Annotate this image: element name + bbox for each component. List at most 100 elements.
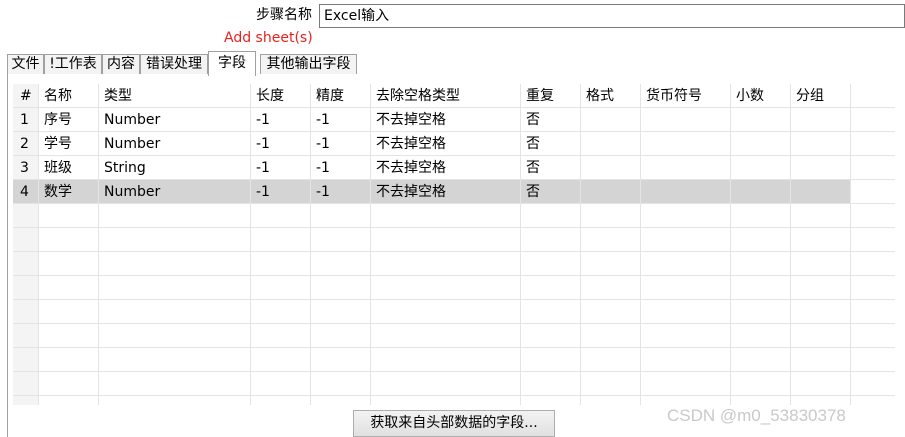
empty-table-row[interactable] <box>13 324 895 348</box>
cell-decimal[interactable] <box>731 372 791 396</box>
cell-name[interactable] <box>39 204 99 228</box>
cell-type[interactable] <box>99 276 251 300</box>
cell-trim-type[interactable]: 不去掉空格 <box>371 156 521 180</box>
cell-repeat[interactable] <box>521 252 581 276</box>
cell-trim-type[interactable] <box>371 396 521 405</box>
cell-precision[interactable] <box>311 348 371 372</box>
cell-filler[interactable] <box>851 324 895 348</box>
cell-precision[interactable] <box>311 396 371 405</box>
cell-grouping[interactable] <box>791 252 851 276</box>
cell-precision[interactable] <box>311 324 371 348</box>
cell-grouping[interactable] <box>791 180 851 204</box>
cell-repeat[interactable] <box>521 204 581 228</box>
cell-format[interactable] <box>581 156 641 180</box>
tab-file[interactable]: 文件 <box>7 54 44 75</box>
cell-format[interactable] <box>581 108 641 132</box>
cell-precision[interactable]: -1 <box>311 180 371 204</box>
tab-content[interactable]: 内容 <box>102 54 140 75</box>
cell-precision[interactable] <box>311 228 371 252</box>
cell-repeat[interactable] <box>521 396 581 405</box>
cell-type[interactable] <box>99 324 251 348</box>
header-length[interactable]: 长度 <box>251 84 311 108</box>
tab-other-output-fields[interactable]: 其他输出字段 <box>260 54 357 75</box>
cell-grouping[interactable] <box>791 156 851 180</box>
empty-table-row[interactable] <box>13 396 895 405</box>
cell-filler[interactable] <box>851 396 895 405</box>
cell-grouping[interactable] <box>791 276 851 300</box>
empty-table-row[interactable] <box>13 348 895 372</box>
cell-format[interactable] <box>581 276 641 300</box>
cell-repeat[interactable] <box>521 300 581 324</box>
cell-length[interactable] <box>251 252 311 276</box>
cell-decimal[interactable] <box>731 324 791 348</box>
header-precision[interactable]: 精度 <box>311 84 371 108</box>
cell-decimal[interactable] <box>731 180 791 204</box>
cell-grouping[interactable] <box>791 348 851 372</box>
empty-table-row[interactable] <box>13 276 895 300</box>
cell-grouping[interactable] <box>791 204 851 228</box>
cell-currency[interactable] <box>641 276 731 300</box>
table-row[interactable]: 3 班级 String -1 -1 不去掉空格否 <box>13 156 895 180</box>
empty-table-row[interactable] <box>13 204 895 228</box>
cell-format[interactable] <box>581 324 641 348</box>
cell-length[interactable] <box>251 300 311 324</box>
cell-currency[interactable] <box>641 348 731 372</box>
cell-decimal[interactable] <box>731 348 791 372</box>
cell-currency[interactable] <box>641 108 731 132</box>
cell-repeat[interactable] <box>521 228 581 252</box>
cell-currency[interactable] <box>641 252 731 276</box>
header-name[interactable]: 名称 <box>39 84 99 108</box>
cell-trim-type[interactable]: 不去掉空格 <box>371 180 521 204</box>
cell-precision[interactable] <box>311 252 371 276</box>
cell-length[interactable]: -1 <box>251 156 311 180</box>
cell-currency[interactable] <box>641 180 731 204</box>
cell-type[interactable] <box>99 372 251 396</box>
cell-name[interactable] <box>39 276 99 300</box>
cell-decimal[interactable] <box>731 396 791 405</box>
cell-grouping[interactable] <box>791 396 851 405</box>
table-row[interactable]: 2 学号 Number -1 -1 不去掉空格否 <box>13 132 895 156</box>
empty-table-row[interactable] <box>13 372 895 396</box>
cell-filler[interactable] <box>851 252 895 276</box>
cell-repeat[interactable] <box>521 276 581 300</box>
cell-currency[interactable] <box>641 372 731 396</box>
cell-format[interactable] <box>581 396 641 405</box>
cell-currency[interactable] <box>641 228 731 252</box>
cell-length[interactable] <box>251 276 311 300</box>
tab-worksheet[interactable]: !工作表 <box>44 54 102 75</box>
cell-repeat[interactable]: 否 <box>521 180 581 204</box>
cell-type[interactable] <box>99 228 251 252</box>
cell-type[interactable] <box>99 396 251 405</box>
header-currency[interactable]: 货币符号 <box>641 84 731 108</box>
cell-format[interactable] <box>581 372 641 396</box>
cell-type[interactable]: String <box>99 156 251 180</box>
cell-trim-type[interactable] <box>371 300 521 324</box>
cell-type[interactable] <box>99 252 251 276</box>
cell-type[interactable]: Number <box>99 108 251 132</box>
cell-name[interactable] <box>39 396 99 405</box>
cell-type[interactable] <box>99 204 251 228</box>
cell-name[interactable]: 班级 <box>39 156 99 180</box>
cell-precision[interactable] <box>311 276 371 300</box>
cell-decimal[interactable] <box>731 156 791 180</box>
cell-decimal[interactable] <box>731 132 791 156</box>
header-trim-type[interactable]: 去除空格类型 <box>371 84 521 108</box>
cell-currency[interactable] <box>641 396 731 405</box>
cell-decimal[interactable] <box>731 204 791 228</box>
cell-filler[interactable] <box>851 228 895 252</box>
cell-filler[interactable] <box>851 276 895 300</box>
cell-trim-type[interactable]: 不去掉空格 <box>371 108 521 132</box>
cell-grouping[interactable] <box>791 228 851 252</box>
cell-grouping[interactable] <box>791 300 851 324</box>
empty-table-row[interactable] <box>13 228 895 252</box>
cell-trim-type[interactable]: 不去掉空格 <box>371 132 521 156</box>
cell-currency[interactable] <box>641 132 731 156</box>
cell-precision[interactable] <box>311 372 371 396</box>
cell-length[interactable]: -1 <box>251 132 311 156</box>
cell-repeat[interactable]: 否 <box>521 156 581 180</box>
cell-precision[interactable] <box>311 300 371 324</box>
cell-format[interactable] <box>581 180 641 204</box>
cell-filler[interactable] <box>851 348 895 372</box>
header-grouping[interactable]: 分组 <box>791 84 851 108</box>
cell-length[interactable]: -1 <box>251 108 311 132</box>
